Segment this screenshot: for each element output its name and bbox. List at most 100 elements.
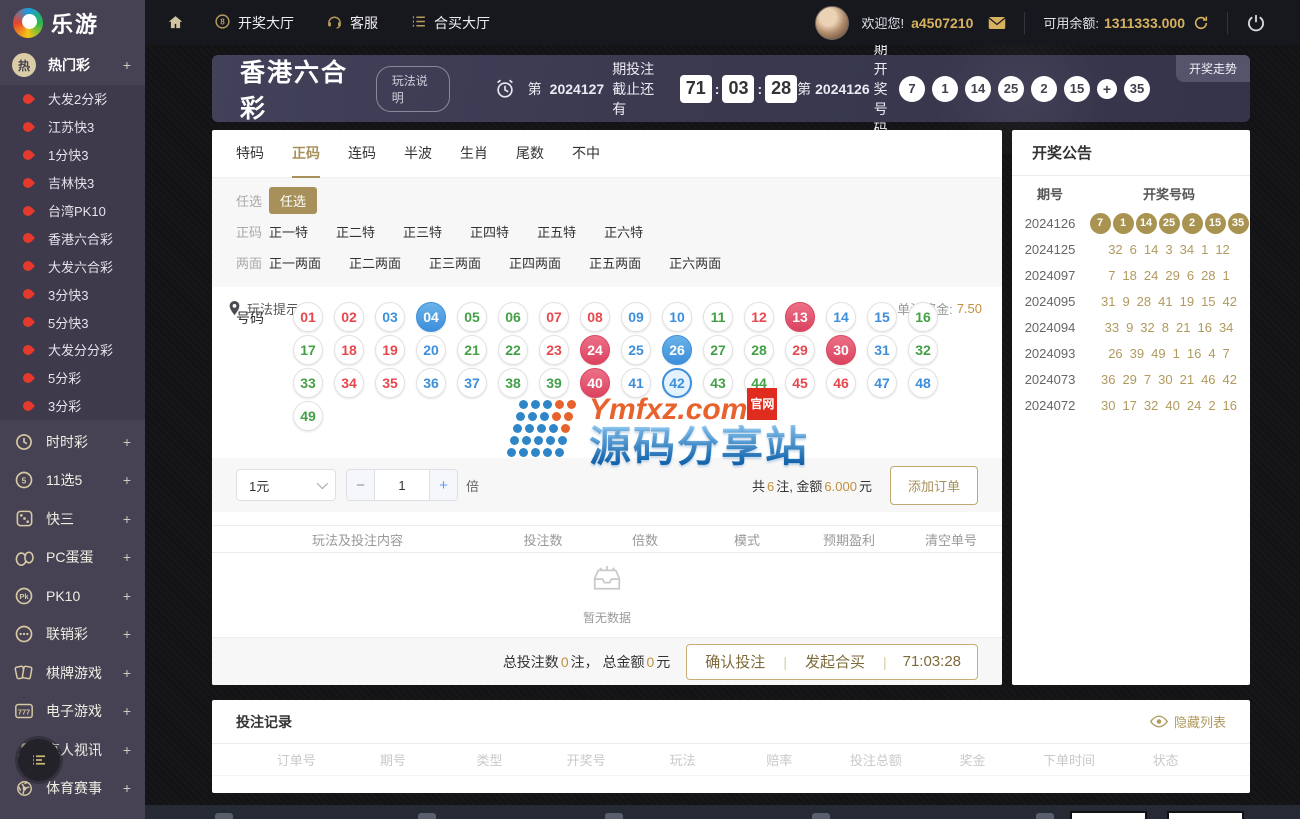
start-group-buy-button[interactable]: 发起合买 [787, 651, 883, 672]
number-ball-24[interactable]: 24 [580, 335, 610, 365]
sidebar-category-shishicai[interactable]: 时时彩 + [0, 423, 145, 462]
number-ball-26[interactable]: 26 [662, 335, 692, 365]
logout-power-icon[interactable] [1246, 13, 1266, 33]
play-option[interactable]: 正二两面 [349, 249, 401, 276]
sidebar-item[interactable]: 5分快3 [0, 308, 145, 336]
number-ball-22[interactable]: 22 [498, 335, 528, 365]
play-tab-2[interactable]: 正码 [292, 130, 320, 178]
sidebar-item[interactable]: 3分彩 [0, 392, 145, 420]
number-ball-21[interactable]: 21 [457, 335, 487, 365]
number-ball-25[interactable]: 25 [621, 335, 651, 365]
number-ball-05[interactable]: 05 [457, 302, 487, 332]
number-ball-49[interactable]: 49 [293, 401, 323, 431]
sidebar-item[interactable]: 台湾PK10 [0, 197, 145, 225]
number-ball-10[interactable]: 10 [662, 302, 692, 332]
sidebar-category-esports-im[interactable]: 电竟牛_[IM]+ [0, 808, 145, 819]
number-ball-04[interactable]: 04 [416, 302, 446, 332]
play-option[interactable]: 正五两面 [589, 249, 641, 276]
add-order-button[interactable]: 添加订单 [889, 465, 978, 505]
number-ball-41[interactable]: 41 [621, 368, 651, 398]
number-ball-07[interactable]: 07 [539, 302, 569, 332]
play-option[interactable]: 正二特 [336, 218, 375, 245]
number-ball-08[interactable]: 08 [580, 302, 610, 332]
play-option[interactable]: 正四特 [470, 218, 509, 245]
number-ball-40[interactable]: 40 [580, 368, 610, 398]
sidebar-item[interactable]: 5分彩 [0, 364, 145, 392]
number-ball-06[interactable]: 06 [498, 302, 528, 332]
sidebar-item[interactable]: 香港六合彩 [0, 224, 145, 252]
logo[interactable]: 乐游 [0, 0, 145, 45]
sidebar-category-pk10[interactable]: Pk PK10 + [0, 577, 145, 616]
play-tab-3[interactable]: 连码 [348, 130, 376, 178]
play-tab-4[interactable]: 半波 [404, 130, 432, 178]
number-ball-17[interactable]: 17 [293, 335, 323, 365]
trend-link[interactable]: 开奖走势 [1175, 55, 1250, 82]
sidebar-group-hot[interactable]: 热 热门彩 + [0, 45, 145, 85]
number-ball-28[interactable]: 28 [744, 335, 774, 365]
number-ball-18[interactable]: 18 [334, 335, 364, 365]
number-ball-27[interactable]: 27 [703, 335, 733, 365]
minus-button[interactable]: − [347, 470, 375, 500]
number-ball-20[interactable]: 20 [416, 335, 446, 365]
sidebar-item[interactable]: 大发2分彩 [0, 85, 145, 113]
avatar[interactable] [815, 5, 850, 40]
rules-button[interactable]: 玩法说明 [375, 65, 450, 112]
hide-list-button[interactable]: 隐藏列表 [1149, 712, 1226, 731]
nav-item-group-buy-hall[interactable]: 合买大厅 [410, 13, 490, 33]
number-ball-38[interactable]: 38 [498, 368, 528, 398]
sidebar-category-kuaisan[interactable]: 快三 + [0, 500, 145, 539]
play-tab-6[interactable]: 尾数 [516, 130, 544, 178]
number-ball-46[interactable]: 46 [826, 368, 856, 398]
quick-menu-button[interactable] [18, 739, 60, 781]
sidebar-category-slot-games[interactable]: 777 电子游戏 + [0, 692, 145, 731]
number-ball-48[interactable]: 48 [908, 368, 938, 398]
play-option[interactable]: 正六两面 [669, 249, 721, 276]
play-option[interactable]: 任选 [269, 187, 318, 214]
refresh-icon[interactable] [1193, 15, 1209, 31]
number-ball-35[interactable]: 35 [375, 368, 405, 398]
number-ball-15[interactable]: 15 [867, 302, 897, 332]
nav-item-lottery-hall[interactable]: 8 开奖大厅 [214, 13, 294, 33]
play-tab-1[interactable]: 特码 [236, 130, 264, 178]
number-ball-44[interactable]: 44 [744, 368, 774, 398]
number-ball-39[interactable]: 39 [539, 368, 569, 398]
sidebar-item[interactable]: 大发分分彩 [0, 336, 145, 364]
number-ball-47[interactable]: 47 [867, 368, 897, 398]
number-ball-37[interactable]: 37 [457, 368, 487, 398]
mail-icon[interactable] [988, 16, 1007, 30]
unit-select[interactable]: 1元 [236, 469, 336, 501]
number-ball-43[interactable]: 43 [703, 368, 733, 398]
number-ball-30[interactable]: 30 [826, 335, 856, 365]
sidebar-item[interactable]: 吉林快3 [0, 169, 145, 197]
home-icon[interactable] [167, 14, 184, 31]
number-ball-11[interactable]: 11 [703, 302, 733, 332]
number-ball-01[interactable]: 01 [293, 302, 323, 332]
play-tab-7[interactable]: 不中 [572, 130, 600, 178]
number-ball-31[interactable]: 31 [867, 335, 897, 365]
play-option[interactable]: 正三两面 [429, 249, 481, 276]
play-option[interactable]: 正五特 [537, 218, 576, 245]
multiplier-input[interactable] [375, 470, 429, 500]
sidebar-category-11xuan5[interactable]: 5 11选5 + [0, 461, 145, 500]
number-ball-14[interactable]: 14 [826, 302, 856, 332]
sidebar-item[interactable]: 江苏快3 [0, 113, 145, 141]
play-option[interactable]: 正三特 [403, 218, 442, 245]
number-ball-03[interactable]: 03 [375, 302, 405, 332]
number-ball-45[interactable]: 45 [785, 368, 815, 398]
play-tab-5[interactable]: 生肖 [460, 130, 488, 178]
confirm-bet-button[interactable]: 确认投注 [687, 651, 783, 672]
number-ball-34[interactable]: 34 [334, 368, 364, 398]
number-ball-36[interactable]: 36 [416, 368, 446, 398]
number-ball-12[interactable]: 12 [744, 302, 774, 332]
number-ball-33[interactable]: 33 [293, 368, 323, 398]
number-ball-29[interactable]: 29 [785, 335, 815, 365]
play-option[interactable]: 正六特 [604, 218, 643, 245]
order-col-6[interactable]: 清空单号 [900, 530, 1002, 549]
sidebar-item[interactable]: 1分快3 [0, 141, 145, 169]
plus-button[interactable]: + [429, 470, 457, 500]
sidebar-category-pcdandan[interactable]: PC蛋蛋 + [0, 538, 145, 577]
number-ball-16[interactable]: 16 [908, 302, 938, 332]
number-ball-19[interactable]: 19 [375, 335, 405, 365]
number-ball-13[interactable]: 13 [785, 302, 815, 332]
number-ball-32[interactable]: 32 [908, 335, 938, 365]
